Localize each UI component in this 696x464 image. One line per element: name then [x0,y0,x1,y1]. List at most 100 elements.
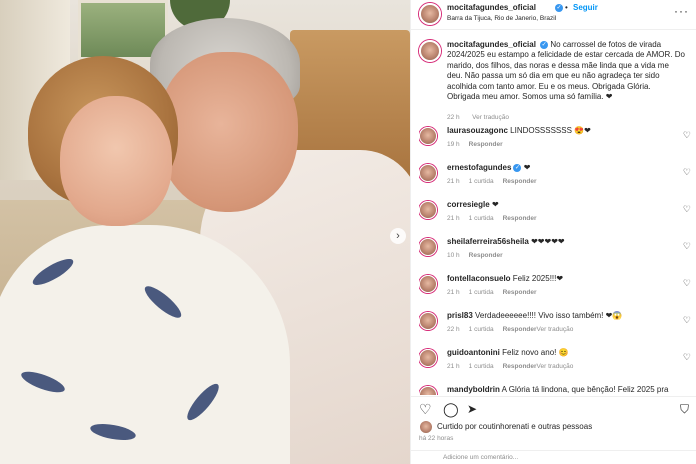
comment-item: mandyboldrin A Glória tá lindona, que bê… [419,384,693,395]
verified-badge-icon: ✓ [513,163,522,172]
comment-username[interactable]: mandyboldrin [447,385,500,394]
comment-line: prisl83 Verdadeeeeee!!!! Vivo isso també… [447,311,679,320]
comment-icon[interactable]: ◯ [443,401,459,418]
comment-text: ❤ [491,200,499,209]
comment-username[interactable]: guidoantonini [447,348,500,357]
comment-text: LINDOSSSSSSS 😍❤ [510,126,591,135]
comment-line: ernestofagundes ✓ ❤ [447,163,679,172]
comment-item: prisl83 Verdadeeeeee!!!! Vivo isso també… [419,310,693,347]
author-avatar[interactable] [419,3,441,25]
comment-text: Verdadeeeeee!!!! Vivo isso também! ❤😱 [475,311,623,320]
comment-time: 21 h [447,178,460,185]
comment-like-icon[interactable]: ♡ [683,167,691,178]
comment-meta: 19 h Responder [447,141,503,148]
bookmark-icon[interactable]: ⛉ [680,402,689,417]
comment-likes[interactable]: 1 curtida [469,363,494,370]
add-comment-bar: Adicione um comentário... [411,450,696,464]
comment-text: Feliz 2025!!!❤ [512,274,564,283]
blouse-leaf [140,281,186,323]
comment-username[interactable]: corresiegle [447,200,490,209]
commenter-avatar[interactable] [419,127,437,145]
author-username[interactable]: mocitafagundes_oficial [447,3,536,12]
comment-username[interactable]: sheilaferreira56sheila [447,237,529,246]
caption-body: mocitafagundes_oficial ✓ No carrossel de… [447,40,685,102]
comment-time: 21 h [447,363,460,370]
comment-username[interactable]: prisl83 [447,311,473,320]
commenter-avatar[interactable] [419,349,437,367]
comment-likes[interactable]: 1 curtida [469,326,494,333]
dot-separator: • [565,3,568,12]
comment-meta: 21 h 1 curtida Responder [447,289,537,296]
blouse-leaf [89,421,137,443]
post-time: há 22 horas [419,435,454,442]
blouse-leaf [182,379,224,425]
commenter-avatar[interactable] [419,201,437,219]
instagram-post-screen: › mocitafagundes_oficial ✓ • Seguir Barr… [0,0,696,464]
comment-time: 21 h [447,215,460,222]
verified-badge-icon: ✓ [555,4,563,12]
reply-button[interactable]: Responder [503,363,537,370]
caption-meta: 22 h Ver tradução [447,106,509,124]
comment-likes[interactable]: 1 curtida [469,289,494,296]
comment-username[interactable]: laurasouzagonc [447,126,508,135]
comment-meta: 10 h Responder [447,252,503,259]
comment-text: Feliz novo ano! 😊 [502,348,569,357]
comment-likes[interactable]: 1 curtida [469,215,494,222]
blouse-leaf [18,367,68,397]
comment-time: 21 h [447,289,460,296]
comment-like-icon[interactable]: ♡ [683,204,691,215]
post-location[interactable]: Barra da Tijuca, Rio de Janerio, Brazil [447,15,556,22]
photo-man-face [158,52,298,212]
comment-item: guidoantonini Feliz novo ano! 😊 21 h 1 cu… [419,347,693,384]
heart-icon[interactable]: ♡ [419,401,432,418]
comment-meta: 21 h 1 curtida ResponderVer tradução [447,363,582,370]
more-icon[interactable]: ··· [674,4,689,18]
comment-line: corresiegle ❤ [447,200,679,209]
reply-button[interactable]: Responder [469,141,503,148]
comment-like-icon[interactable]: ♡ [683,352,691,363]
blouse-leaf [29,254,77,290]
comment-item: sheilaferreira56sheila ❤❤❤❤❤ 10 h Respond… [419,236,693,273]
comments-list[interactable]: laurasouzagonc LINDOSSSSSSS 😍❤ 19 h Respo… [419,125,696,395]
share-icon[interactable]: ➤ [467,402,477,416]
follow-button[interactable]: Seguir [573,3,598,12]
post-header: mocitafagundes_oficial ✓ • Seguir Barra … [411,0,696,30]
comment-like-icon[interactable]: ♡ [683,315,691,326]
liked-by-text[interactable]: Curtido por coutinhorenati e outras pess… [437,422,592,431]
caption-see-translation[interactable]: Ver tradução [472,114,509,121]
caption-author-avatar[interactable] [419,40,441,62]
comment-item: fontellaconsuelo Feliz 2025!!!❤ 21 h 1 cu… [419,273,693,310]
comment-see-translation[interactable]: Ver tradução [537,326,574,333]
comment-username[interactable]: ernestofagundes [447,163,511,172]
photo-woman-face [60,96,172,226]
post-photo[interactable]: › [0,0,410,464]
commenter-avatar[interactable] [419,386,437,395]
caption-username[interactable]: mocitafagundes_oficial [447,40,536,49]
caption-time: 22 h [447,114,460,121]
comment-see-translation[interactable]: Ver tradução [537,363,574,370]
comment-line: sheilaferreira56sheila ❤❤❤❤❤ [447,237,679,246]
carousel-next-icon[interactable]: › [390,228,406,244]
commenter-avatar[interactable] [419,164,437,182]
commenter-avatar[interactable] [419,238,437,256]
reply-button[interactable]: Responder [503,289,537,296]
reply-button[interactable]: Responder [503,178,537,185]
reply-button[interactable]: Responder [503,215,537,222]
comment-line: mandyboldrin A Glória tá lindona, que bê… [447,385,679,394]
liker-avatar[interactable] [419,420,433,434]
comment-meta: 21 h 1 curtida Responder [447,215,537,222]
reply-button[interactable]: Responder [503,326,537,333]
comment-username[interactable]: fontellaconsuelo [447,274,511,283]
comment-like-icon[interactable]: ♡ [683,130,691,141]
add-comment-input[interactable]: Adicione um comentário... [443,454,518,461]
reply-button[interactable]: Responder [469,252,503,259]
comment-like-icon[interactable]: ♡ [683,278,691,289]
comment-line: laurasouzagonc LINDOSSSSSSS 😍❤ [447,126,679,135]
commenter-avatar[interactable] [419,312,437,330]
comment-like-icon[interactable]: ♡ [683,241,691,252]
caption-text: No carrossel de fotos de virada 2024/202… [447,40,685,102]
commenter-avatar[interactable] [419,275,437,293]
comment-likes[interactable]: 1 curtida [469,178,494,185]
comment-item: corresiegle ❤ 21 h 1 curtida Responder ♡ [419,199,693,236]
comment-text: ❤ [523,163,531,172]
